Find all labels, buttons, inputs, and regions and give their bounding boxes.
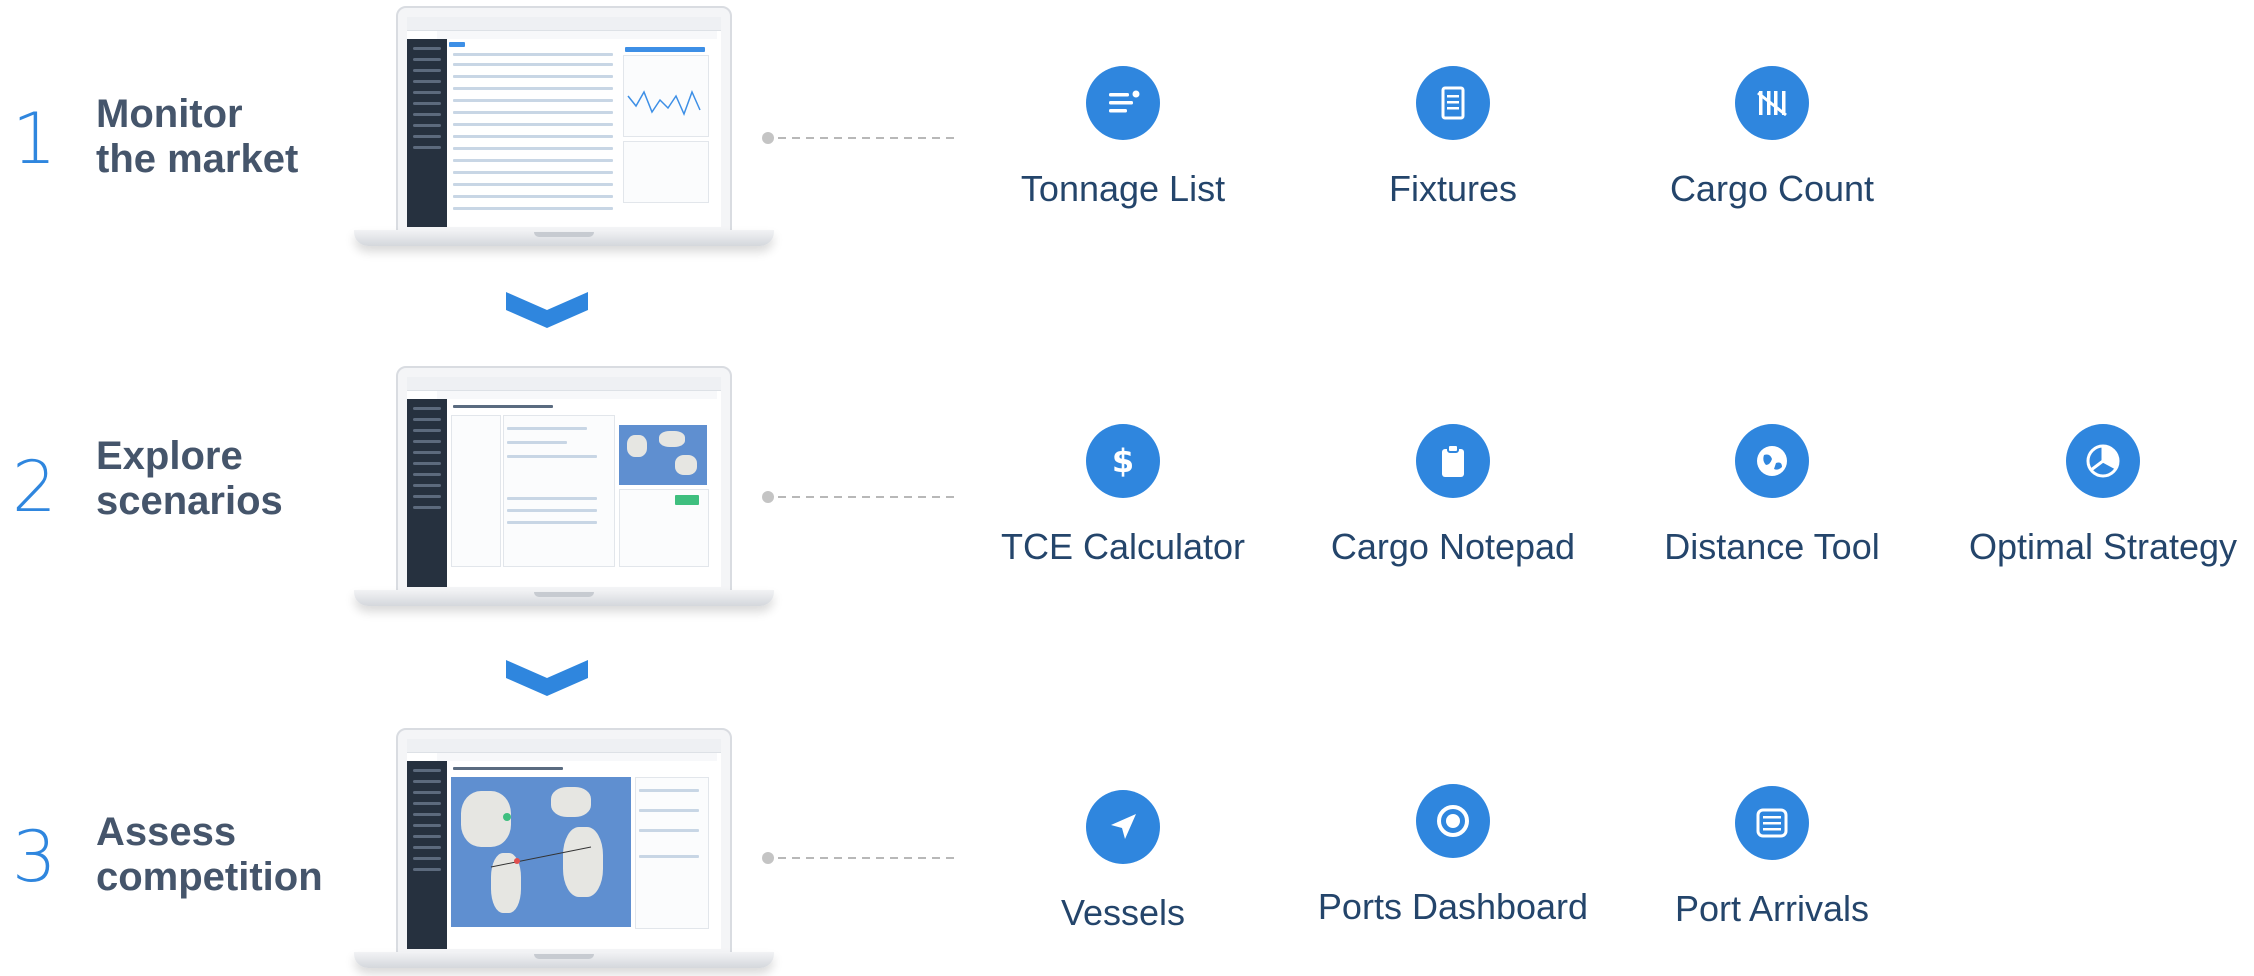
feature-label: TCE Calculator <box>1000 526 1246 567</box>
step-number: 3 <box>12 816 57 898</box>
step-title: Assess competition <box>96 810 323 900</box>
feature-label: Optimal Strategy <box>1968 526 2238 567</box>
feature-label: Cargo Notepad <box>1330 526 1576 567</box>
feature-fixtures[interactable]: Fixtures <box>1313 66 1593 210</box>
step-title-line1: Monitor <box>96 92 243 136</box>
connector-line <box>762 132 956 144</box>
feature-label: Distance Tool <box>1664 526 1880 567</box>
feature-label: Port Arrivals <box>1674 888 1870 929</box>
feature-cargo-notepad[interactable]: Cargo Notepad <box>1313 424 1593 568</box>
connector-line <box>762 491 956 503</box>
feature-ports-dashboard[interactable]: Ports Dashboard <box>1313 784 1593 928</box>
feature-port-arrivals[interactable]: Port Arrivals <box>1632 786 1912 930</box>
document-icon <box>1416 66 1490 140</box>
step-title-line1: Explore <box>96 434 243 478</box>
feature-tce-calculator[interactable]: $ TCE Calculator <box>983 424 1263 568</box>
step-title-line2: competition <box>96 855 323 899</box>
feature-optimal-strategy[interactable]: Optimal Strategy <box>1963 424 2243 568</box>
step-title-line2: scenarios <box>96 479 283 523</box>
feature-tonnage-list[interactable]: Tonnage List <box>983 66 1263 210</box>
feature-vessels[interactable]: Vessels <box>983 790 1263 934</box>
chevron-down-icon <box>506 292 588 328</box>
target-icon <box>1416 784 1490 858</box>
feature-label: Ports Dashboard <box>1317 886 1589 927</box>
dollar-icon: $ <box>1086 424 1160 498</box>
step-title-line1: Assess <box>96 810 237 854</box>
feature-label: Vessels <box>1060 892 1186 933</box>
navigation-arrow-icon <box>1086 790 1160 864</box>
list-box-icon <box>1735 786 1809 860</box>
count-icon <box>1735 66 1809 140</box>
step-number: 2 <box>12 446 57 528</box>
feature-label: Cargo Count <box>1669 168 1875 209</box>
pie-chart-icon <box>2066 424 2140 498</box>
feature-distance-tool[interactable]: Distance Tool <box>1632 424 1912 568</box>
feature-label: Fixtures <box>1388 168 1518 209</box>
step-title: Explore scenarios <box>96 434 283 524</box>
feature-cargo-count[interactable]: Cargo Count <box>1632 66 1912 210</box>
laptop-screenshot-scenarios <box>354 366 774 614</box>
clipboard-icon <box>1416 424 1490 498</box>
chevron-down-icon <box>506 660 588 696</box>
laptop-screenshot-market <box>354 6 774 254</box>
globe-icon <box>1735 424 1809 498</box>
laptop-screenshot-competition <box>354 728 774 976</box>
feature-label: Tonnage List <box>1020 168 1226 209</box>
connector-line <box>762 852 956 864</box>
svg-text:$: $ <box>1112 442 1134 480</box>
step-number: 1 <box>12 98 57 180</box>
step-title-line2: the market <box>96 137 299 181</box>
list-icon <box>1086 66 1160 140</box>
step-title: Monitor the market <box>96 92 298 182</box>
